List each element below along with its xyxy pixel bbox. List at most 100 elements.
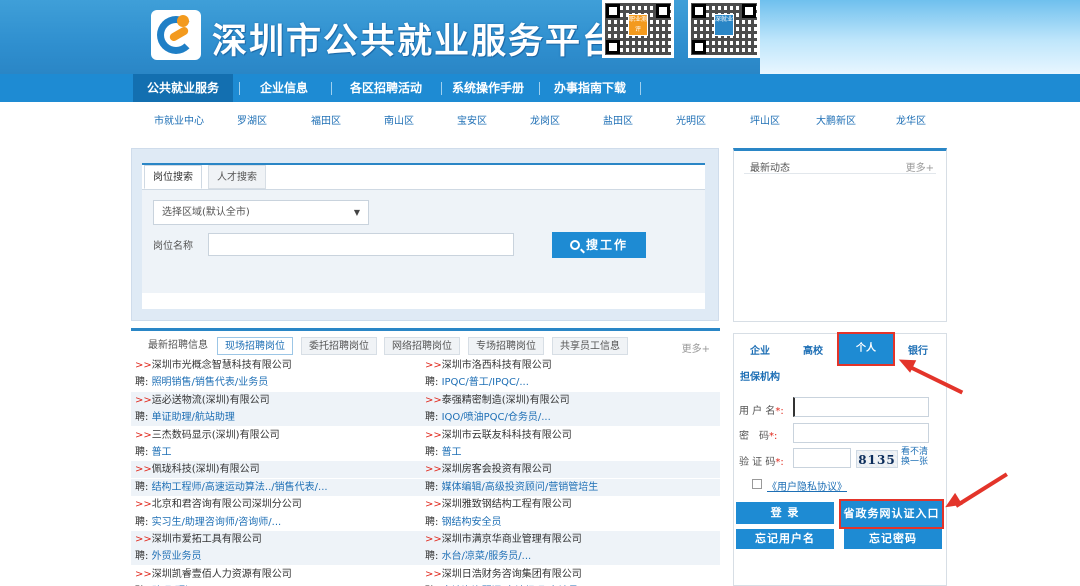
- job-prefix: 聘:: [135, 377, 152, 389]
- gov-auth-entry-button[interactable]: 省政务网认证入口: [839, 499, 944, 529]
- job-prefix: 聘:: [135, 447, 152, 458]
- company-link[interactable]: >>深圳日浩财务咨询集团有限公司: [425, 566, 705, 583]
- company-link[interactable]: >>深圳房客会投资有限公司: [425, 461, 705, 478]
- privacy-checkbox[interactable]: [752, 479, 762, 489]
- district-link[interactable]: 坪山区: [750, 112, 780, 127]
- district-link[interactable]: 罗湖区: [237, 112, 267, 127]
- divider: [744, 173, 936, 174]
- company-link[interactable]: >>佩珑科技(深圳)有限公司: [135, 461, 415, 478]
- job-link[interactable]: 聘: 照明销售/销售代表/业务员: [135, 374, 415, 391]
- password-input[interactable]: [793, 423, 929, 443]
- job-link[interactable]: 聘: 钢结构安全员: [425, 514, 705, 531]
- tab-latest-recruitment[interactable]: 最新招聘信息: [141, 337, 215, 355]
- login-type-company[interactable]: 企业: [750, 342, 770, 357]
- username-input[interactable]: [793, 397, 929, 417]
- login-type-bank[interactable]: 银行: [908, 342, 928, 357]
- privacy-agreement-link[interactable]: 《用户隐私协议》: [767, 478, 847, 493]
- nav-public-employment[interactable]: 公共就业服务: [133, 74, 233, 102]
- annotation-arrow-line: [954, 472, 1008, 508]
- company-link[interactable]: >>深圳市洛西科技有限公司: [425, 357, 705, 374]
- login-type-guarantee[interactable]: 担保机构: [740, 368, 780, 383]
- tab-talent-search[interactable]: 人才搜索: [208, 165, 266, 189]
- district-link[interactable]: 光明区: [676, 112, 706, 127]
- tab-entrusted-jobs[interactable]: 委托招聘岗位: [301, 337, 377, 355]
- chevron-down-icon: ▼: [353, 208, 360, 217]
- district-link[interactable]: 龙华区: [896, 112, 926, 127]
- company-link[interactable]: >>泰强精密制造(深圳)有限公司: [425, 392, 705, 409]
- captcha-refresh-link[interactable]: 看不清 换一张: [901, 447, 933, 467]
- job-prefix: 聘:: [425, 551, 442, 563]
- company-link[interactable]: >>深圳市满京华商业管理有限公司: [425, 531, 705, 548]
- job-link[interactable]: 聘: 结构工程师/高速运动算法../销售代表/...: [135, 479, 415, 496]
- news-more-link[interactable]: 更多+: [906, 159, 934, 174]
- district-link[interactable]: 南山区: [384, 112, 414, 127]
- company-link[interactable]: >>深圳市爱拓工具有限公司: [135, 531, 415, 548]
- region-select[interactable]: 选择区域(默认全市) ▼: [153, 200, 369, 225]
- company-name: 深圳市满京华商业管理有限公司: [441, 534, 582, 545]
- company-name: 深圳市爱拓工具有限公司: [151, 534, 262, 545]
- job-link[interactable]: 聘: 媒体编辑/高级投资顾问/营销管培生: [425, 479, 705, 496]
- job-link[interactable]: 聘: 单证助理/航站助理: [135, 409, 415, 426]
- company-link[interactable]: >>北京和君咨询有限公司深圳分公司: [135, 496, 415, 513]
- job-link[interactable]: 聘: 普工: [425, 444, 705, 461]
- district-link[interactable]: 福田区: [311, 112, 341, 127]
- row-marker: >>: [425, 394, 442, 406]
- tab-special-jobs[interactable]: 专场招聘岗位: [468, 337, 544, 355]
- tab-online-jobs[interactable]: 网络招聘岗位: [384, 337, 460, 355]
- nav-district-recruitment[interactable]: 各区招聘活动: [338, 74, 434, 102]
- job-link[interactable]: 聘: IPQC/普工/IPQC/...: [425, 374, 705, 391]
- table-row: >>三杰数码显示(深圳)有限公司 >>深圳市云联友科科技有限公司: [131, 427, 720, 444]
- company-link[interactable]: >>深圳市光概念智慧科技有限公司: [135, 357, 415, 374]
- captcha-label: 验 证 码*:: [739, 457, 784, 468]
- company-link[interactable]: >>深圳凯睿壹佰人力资源有限公司: [135, 566, 415, 583]
- nav-system-manual[interactable]: 系统操作手册: [446, 74, 530, 102]
- nav-company-info[interactable]: 企业信息: [246, 74, 322, 102]
- district-link[interactable]: 宝安区: [457, 112, 487, 127]
- company-name: 佩珑科技(深圳)有限公司: [151, 464, 260, 476]
- company-link[interactable]: >>运必送物流(深圳)有限公司: [135, 392, 415, 409]
- job-link[interactable]: 聘: 实习生/助理咨询师/咨询师/...: [135, 514, 415, 531]
- forgot-username-button[interactable]: 忘记用户名: [736, 529, 834, 549]
- job-link[interactable]: 聘: IQO/喷油PQC/仓务员/...: [425, 409, 705, 426]
- listing-more-link[interactable]: 更多+: [682, 340, 710, 355]
- captcha-image[interactable]: 8135: [856, 450, 898, 468]
- company-name: 深圳市洛西科技有限公司: [441, 360, 552, 371]
- skyline-background: [760, 0, 1080, 74]
- forgot-password-button[interactable]: 忘记密码: [844, 529, 942, 549]
- job-link[interactable]: 聘: 普工: [135, 444, 415, 461]
- nav-guide-download[interactable]: 办事指南下载: [546, 74, 634, 102]
- qr-code-app: 深就业: [688, 0, 760, 58]
- login-type-university[interactable]: 高校: [803, 342, 823, 357]
- table-row: >>北京和君咨询有限公司深圳分公司 >>深圳雅致钢结构工程有限公司: [131, 496, 720, 513]
- job-prefix: 聘:: [135, 412, 152, 424]
- district-link[interactable]: 市就业中心: [154, 112, 204, 127]
- tab-shared-staff[interactable]: 共享员工信息: [552, 337, 628, 355]
- login-button[interactable]: 登 录: [736, 502, 834, 524]
- tab-onsite-jobs[interactable]: 现场招聘岗位: [217, 337, 293, 355]
- company-name: 运必送物流(深圳)有限公司: [151, 394, 270, 406]
- job-titles: 照明销售/销售代表/业务员: [151, 377, 269, 389]
- district-link[interactable]: 大鹏新区: [816, 112, 856, 127]
- job-link[interactable]: 聘: 外贸业务员: [135, 548, 415, 565]
- site-logo[interactable]: [151, 10, 201, 60]
- captcha-input[interactable]: [793, 448, 851, 468]
- login-type-personal[interactable]: 个人: [837, 332, 895, 366]
- tab-job-search[interactable]: 岗位搜索: [144, 165, 202, 189]
- job-link[interactable]: 聘: 水台/凉菜/服务员/...: [425, 548, 705, 565]
- job-titles: 外贸业务员: [151, 551, 202, 563]
- company-name: 深圳房客会投资有限公司: [441, 464, 552, 476]
- table-row: >>深圳市爱拓工具有限公司 >>深圳市满京华商业管理有限公司: [131, 531, 720, 548]
- row-marker: >>: [425, 464, 442, 476]
- company-link[interactable]: >>深圳雅致钢结构工程有限公司: [425, 496, 705, 513]
- company-link[interactable]: >>深圳市云联友科科技有限公司: [425, 427, 705, 444]
- district-link[interactable]: 龙岗区: [530, 112, 560, 127]
- position-input[interactable]: [208, 233, 514, 256]
- search-panel: 岗位搜索 人才搜索 选择区域(默认全市) ▼ 岗位名称 搜工作: [131, 148, 719, 321]
- company-link[interactable]: >>三杰数码显示(深圳)有限公司: [135, 427, 415, 444]
- row-marker: >>: [135, 534, 152, 545]
- row-marker: >>: [425, 568, 442, 580]
- search-jobs-button[interactable]: 搜工作: [552, 232, 646, 258]
- row-marker: >>: [425, 360, 442, 371]
- district-link[interactable]: 盐田区: [603, 112, 633, 127]
- region-select-value: 选择区域(默认全市): [162, 207, 250, 218]
